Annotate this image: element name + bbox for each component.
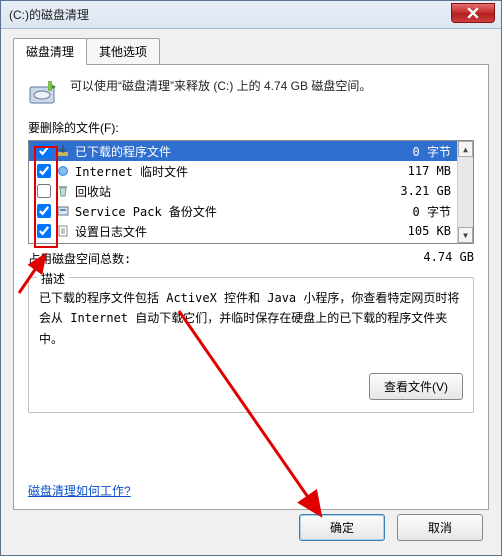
- tab-other-options[interactable]: 其他选项: [86, 38, 160, 65]
- file-type-icon: [55, 183, 71, 199]
- file-size: 105 KB: [387, 224, 457, 238]
- description-legend: 描述: [37, 270, 69, 287]
- cancel-button[interactable]: 取消: [397, 514, 483, 541]
- tab-strip: 磁盘清理 其他选项: [13, 38, 489, 65]
- file-type-icon: [55, 143, 71, 159]
- scrollbar[interactable]: ▲ ▼: [457, 141, 473, 243]
- file-size: 0 字节: [387, 143, 457, 160]
- help-link[interactable]: 磁盘清理如何工作?: [28, 482, 131, 499]
- file-type-icon: [55, 163, 71, 179]
- content-area: 磁盘清理 其他选项 可以使用“磁盘清理”来释放 (C:) 上的 4.74 GB …: [1, 29, 501, 522]
- description-group: 描述 已下载的程序文件包括 ActiveX 控件和 Java 小程序，你查看特定…: [28, 277, 474, 413]
- file-list[interactable]: 已下载的程序文件0 字节Internet 临时文件117 MB回收站3.21 G…: [28, 140, 474, 244]
- disk-cleanup-window: (C:)的磁盘清理 磁盘清理 其他选项 可以使用“磁盘清理”来释放 (C:) 上…: [0, 0, 502, 556]
- file-row[interactable]: 回收站3.21 GB: [29, 181, 457, 201]
- view-files-button[interactable]: 查看文件(V): [369, 373, 463, 400]
- tab-cleanup[interactable]: 磁盘清理: [13, 38, 87, 65]
- file-checkbox[interactable]: [37, 164, 51, 178]
- disk-cleanup-icon: [28, 77, 60, 109]
- file-name: 设置日志文件: [75, 223, 387, 240]
- close-button[interactable]: [451, 3, 495, 23]
- files-label: 要删除的文件(F):: [28, 119, 474, 136]
- description-text: 已下载的程序文件包括 ActiveX 控件和 Java 小程序，你查看特定网页时…: [39, 288, 463, 349]
- file-size: 117 MB: [387, 164, 457, 178]
- file-name: Service Pack 备份文件: [75, 203, 387, 220]
- file-row[interactable]: Service Pack 备份文件0 字节: [29, 201, 457, 221]
- close-icon: [467, 7, 479, 19]
- file-type-icon: [55, 203, 71, 219]
- file-name: 已下载的程序文件: [75, 143, 387, 160]
- file-size: 3.21 GB: [387, 184, 457, 198]
- file-row[interactable]: 设置日志文件105 KB: [29, 221, 457, 241]
- file-checkbox[interactable]: [37, 144, 51, 158]
- footer-buttons: 确定 取消: [299, 514, 483, 541]
- titlebar[interactable]: (C:)的磁盘清理: [1, 1, 501, 29]
- file-checkbox[interactable]: [37, 224, 51, 238]
- ok-button[interactable]: 确定: [299, 514, 385, 541]
- total-label: 占用磁盘空间总数:: [28, 250, 131, 267]
- scroll-up-button[interactable]: ▲: [458, 141, 473, 157]
- file-name: 回收站: [75, 183, 387, 200]
- scroll-track[interactable]: [458, 157, 473, 227]
- file-row[interactable]: Internet 临时文件117 MB: [29, 161, 457, 181]
- file-checkbox[interactable]: [37, 204, 51, 218]
- file-name: Internet 临时文件: [75, 163, 387, 180]
- file-size: 0 字节: [387, 203, 457, 220]
- intro-text: 可以使用“磁盘清理”来释放 (C:) 上的 4.74 GB 磁盘空间。: [70, 77, 371, 109]
- file-checkbox[interactable]: [37, 184, 51, 198]
- cleanup-panel: 可以使用“磁盘清理”来释放 (C:) 上的 4.74 GB 磁盘空间。 要删除的…: [13, 64, 489, 510]
- total-value: 4.74 GB: [423, 250, 474, 267]
- window-title: (C:)的磁盘清理: [1, 6, 89, 23]
- file-type-icon: [55, 223, 71, 239]
- scroll-down-button[interactable]: ▼: [458, 227, 473, 243]
- file-row[interactable]: 已下载的程序文件0 字节: [29, 141, 457, 161]
